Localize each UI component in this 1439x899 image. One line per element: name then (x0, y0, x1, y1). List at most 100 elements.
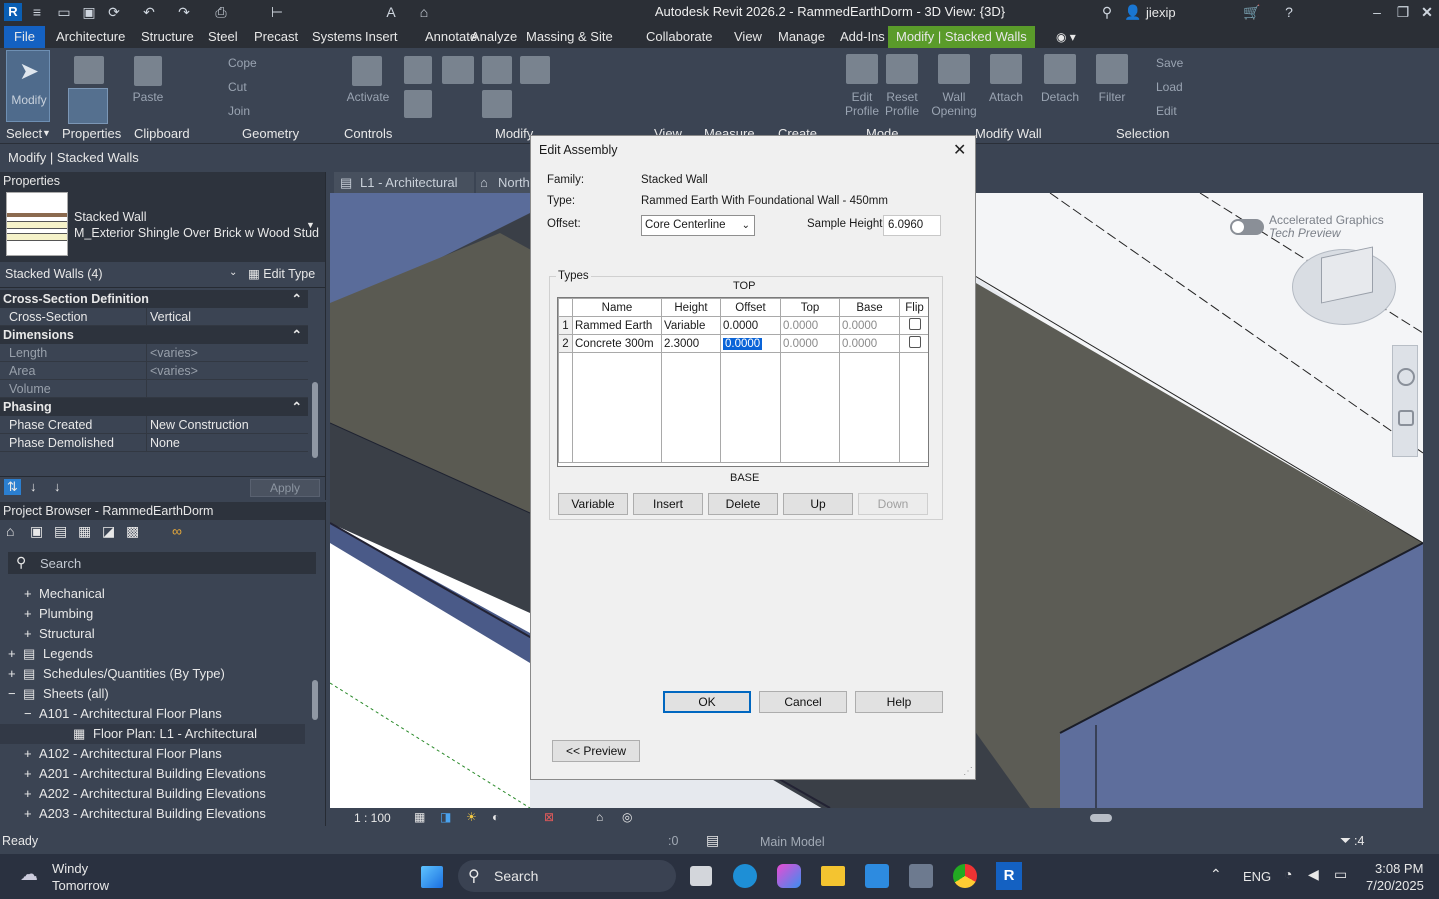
taskbar-search[interactable]: ⚲ Search (458, 860, 676, 892)
save-icon[interactable]: ▣ (80, 3, 98, 21)
activate-button[interactable]: Activate (344, 90, 392, 104)
scale-label[interactable]: 1 : 100 (354, 811, 391, 825)
cart-icon[interactable]: 🛒 (1243, 3, 1261, 21)
collapse-icon[interactable]: ⌃ (292, 326, 302, 344)
ok-button[interactable]: OK (663, 691, 751, 713)
apply-button[interactable]: Apply (250, 479, 320, 497)
cell-offset[interactable]: 0.0000 (720, 316, 781, 335)
user-name[interactable]: jiexip (1146, 5, 1176, 20)
binoculars-icon[interactable]: ⚲ (1098, 3, 1116, 21)
modify-tool[interactable]: ➤ Modify (6, 50, 50, 122)
wifi-icon[interactable]: ◔ (1284, 866, 1292, 882)
weather-icon[interactable]: ☁ (20, 864, 38, 885)
type-family[interactable]: Stacked Wall (74, 210, 146, 224)
sort-az-icon[interactable]: ↓ (30, 479, 37, 494)
crop-icon[interactable]: ⊠ (544, 810, 554, 824)
text-icon[interactable]: A (382, 3, 400, 21)
contextual-tab-toggle-icon[interactable]: ◉ ▾ (1056, 30, 1076, 44)
cell-height[interactable]: 2.3000 (661, 334, 721, 353)
sort-za-icon[interactable]: ↓ (54, 479, 61, 494)
sun-path-icon[interactable]: ☀ (466, 810, 477, 824)
browser-search-box[interactable]: ⚲ Search (8, 552, 316, 574)
design-options-icon[interactable]: ▤ (706, 832, 719, 849)
volume-icon[interactable]: ◀ (1308, 866, 1319, 883)
cell-flip[interactable] (899, 334, 928, 353)
workset-count[interactable]: :0 (668, 834, 678, 848)
cell-base[interactable]: 0.0000 (839, 334, 900, 353)
table-row[interactable]: 1 Rammed Earth Variable 0.0000 0.0000 0.… (558, 316, 928, 335)
property-row[interactable]: Phase Demolished None (0, 434, 308, 452)
browser-item[interactable]: + A201 - Architectural Building Elevation… (0, 764, 305, 784)
viewcube[interactable] (1292, 246, 1396, 325)
section-header[interactable]: Dimensions ⌃ (0, 326, 308, 344)
cope-button[interactable]: Cope (228, 56, 257, 70)
menu-tab-collaborate[interactable]: Collaborate (638, 26, 721, 48)
menu-tab-precast[interactable]: Precast (246, 26, 306, 48)
expand-icon[interactable]: + (24, 624, 32, 644)
browser-item[interactable]: + ▤ Schedules/Quantities (By Type) (0, 664, 305, 684)
browser-item[interactable]: ▦ Floor Plan: L1 - Architectural (0, 724, 305, 744)
view-tab-north[interactable]: ⌂ North (476, 172, 536, 194)
properties-scrollbar[interactable] (312, 382, 318, 458)
menu-tab-massing-site[interactable]: Massing & Site (518, 26, 621, 48)
cell-flip[interactable] (899, 316, 928, 335)
detail-level-icon[interactable]: ▦ (414, 810, 425, 824)
wall-opening-button[interactable]: Wall Opening (928, 90, 980, 118)
menu-tab-structure[interactable]: Structure (133, 26, 202, 48)
property-value[interactable]: None (150, 434, 180, 452)
chevron-up-icon[interactable]: ⌃ (1210, 866, 1222, 883)
menu-tab-manage[interactable]: Manage (770, 26, 833, 48)
instance-selector[interactable]: Stacked Walls (4) (5, 267, 102, 281)
property-row[interactable]: Area <varies> (0, 362, 308, 380)
filter-button[interactable]: Filter (1094, 90, 1130, 104)
expand-icon[interactable]: + (24, 604, 32, 624)
user-icon[interactable]: 👤 (1124, 3, 1142, 21)
sync-icon[interactable]: ⟳ (105, 3, 123, 21)
resize-grip-icon[interactable]: ⋰ (963, 766, 973, 777)
detach-button[interactable]: Detach (1038, 90, 1082, 104)
property-row[interactable]: Volume (0, 380, 308, 398)
offset-edit-field[interactable]: 0.0000 (723, 337, 763, 350)
store-icon[interactable] (865, 864, 889, 888)
cut-button[interactable]: Cut (228, 80, 247, 94)
browser-views-icon[interactable]: ▣ (30, 523, 43, 540)
view-tab-l1[interactable]: ▤ L1 - Architectural (334, 172, 474, 194)
cell-top[interactable]: 0.0000 (780, 316, 840, 335)
revit-logo[interactable]: R (4, 3, 22, 21)
join-button[interactable]: Join (228, 104, 250, 118)
property-value[interactable]: <varies> (150, 362, 198, 380)
measure-icon[interactable]: ⊢ (268, 3, 286, 21)
sample-height-input[interactable]: 6.0960 (883, 215, 941, 236)
section-header[interactable]: Cross-Section Definition ⌃ (0, 290, 308, 308)
menu-icon[interactable]: ≡ (28, 3, 46, 21)
browser-item[interactable]: + A203 - Architectural Building Elevation… (0, 804, 305, 824)
edge-icon[interactable] (733, 864, 757, 888)
property-value[interactable]: Vertical (150, 308, 191, 326)
insert-button[interactable]: Insert (633, 493, 703, 515)
zoom-icon[interactable] (1398, 410, 1414, 426)
visual-style-icon[interactable]: ◨ (440, 810, 451, 824)
help-button[interactable]: Help (855, 691, 943, 713)
close-icon[interactable]: ✕ (1418, 3, 1436, 21)
menu-tab-insert[interactable]: Insert (357, 26, 406, 48)
expand-icon[interactable]: + (8, 644, 16, 664)
steering-wheel-icon[interactable] (1397, 368, 1415, 386)
lock-view-icon[interactable]: ⌂ (596, 810, 603, 824)
browser-groups-icon[interactable]: ▩ (126, 523, 139, 540)
start-icon[interactable] (421, 866, 443, 888)
viewcube-face[interactable] (1321, 246, 1373, 304)
browser-item[interactable]: − A101 - Architectural Floor Plans (0, 704, 305, 724)
browser-item[interactable]: − ▤ Sheets (all) (0, 684, 305, 704)
weather-line1[interactable]: Windy (52, 861, 88, 876)
browser-links-icon[interactable]: ∞ (172, 523, 182, 539)
browser-item[interactable]: + ▤ Legends (0, 644, 305, 664)
collapse-icon[interactable]: ⌃ (292, 290, 302, 308)
cancel-button[interactable]: Cancel (759, 691, 847, 713)
flip-checkbox[interactable] (908, 318, 921, 330)
browser-item[interactable]: + Plumbing (0, 604, 305, 624)
property-value[interactable]: <varies> (150, 344, 198, 362)
instance-selector-chevron-icon[interactable]: ⌄ (229, 267, 237, 278)
navigation-bar[interactable] (1392, 345, 1418, 457)
clock-date[interactable]: 7/20/2025 (1366, 878, 1424, 893)
menu-tab-analyze[interactable]: Analyze (463, 26, 525, 48)
